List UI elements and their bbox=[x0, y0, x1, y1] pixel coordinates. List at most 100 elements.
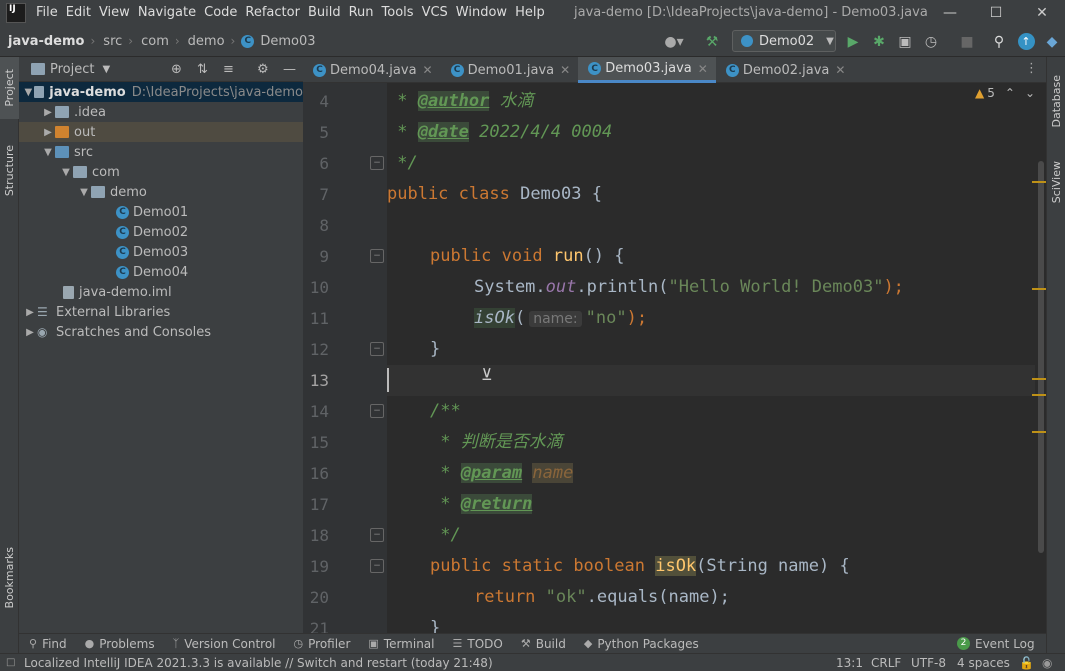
indent-setting[interactable]: 4 spaces bbox=[957, 654, 1010, 671]
line-number: 8 bbox=[319, 216, 329, 235]
bookmarks-tool-tab[interactable]: Bookmarks bbox=[0, 537, 19, 619]
project-panel-title[interactable]: Project bbox=[50, 62, 94, 77]
coverage-icon[interactable]: ▣ bbox=[894, 26, 916, 57]
breadcrumb-src[interactable]: src bbox=[95, 34, 122, 49]
chevron-down-icon[interactable]: ▼ bbox=[102, 64, 110, 75]
status-panel-icon[interactable]: □ bbox=[6, 654, 15, 671]
tree-item-src[interactable]: ▼ src bbox=[19, 142, 303, 162]
menu-view[interactable]: View bbox=[95, 0, 134, 26]
menu-run[interactable]: Run bbox=[345, 0, 378, 26]
locate-file-icon[interactable]: ⊕ bbox=[171, 62, 182, 77]
menu-edit[interactable]: Edit bbox=[62, 0, 95, 26]
tree-item-java-demo[interactable]: ▼ java-demo D:\IdeaProjects\java-demo bbox=[19, 82, 303, 102]
chevron-down-icon[interactable]: ⌄ bbox=[1025, 86, 1035, 100]
error-stripe-mark[interactable] bbox=[1032, 181, 1046, 183]
debug-icon[interactable]: ✱ bbox=[868, 26, 890, 57]
menu-build[interactable]: Build bbox=[304, 0, 345, 26]
event-log-tool-button[interactable]: 2 Event Log bbox=[957, 637, 1035, 651]
database-tool-tab[interactable]: Database bbox=[1047, 67, 1065, 135]
scrollbar-thumb[interactable] bbox=[1038, 161, 1044, 553]
collapse-all-icon[interactable]: ≡ bbox=[223, 62, 234, 77]
lock-icon[interactable]: 🔓 bbox=[1019, 654, 1034, 671]
status-message[interactable]: Localized IntelliJ IDEA 2021.3.3 is avai… bbox=[24, 654, 493, 671]
tab-demo03[interactable]: C Demo03.java ✕ bbox=[578, 57, 716, 83]
build-hammer-icon[interactable]: ⚒ bbox=[700, 26, 724, 57]
menu-refactor[interactable]: Refactor bbox=[241, 0, 304, 26]
tree-item-demo03[interactable]: C Demo03 bbox=[19, 242, 303, 262]
sciview-tool-tab[interactable]: SciView bbox=[1047, 152, 1065, 212]
profile-icon[interactable]: ◷ bbox=[918, 26, 944, 57]
fold-marker-icon[interactable]: − bbox=[370, 404, 384, 418]
tab-demo02[interactable]: C Demo02.java ✕ bbox=[716, 57, 854, 83]
run-configuration-select[interactable]: Demo02 ▼ bbox=[732, 30, 836, 52]
expand-all-icon[interactable]: ⇅ bbox=[197, 62, 208, 77]
find-tool-button[interactable]: ⚲ Find bbox=[29, 637, 67, 651]
close-icon[interactable]: ✕ bbox=[423, 63, 433, 77]
update-icon[interactable]: ↑ bbox=[1015, 26, 1037, 57]
error-stripe-mark[interactable] bbox=[1032, 431, 1046, 433]
menu-window[interactable]: Window bbox=[452, 0, 511, 26]
tree-item-demo01[interactable]: C Demo01 bbox=[19, 202, 303, 222]
search-icon[interactable]: ⚲ bbox=[988, 26, 1010, 57]
project-tool-tab[interactable]: Project bbox=[0, 57, 19, 119]
user-icon[interactable]: ●▾ bbox=[660, 26, 688, 57]
minimize-button[interactable]: — bbox=[927, 0, 973, 26]
breadcrumb-demo03[interactable]: Demo03 bbox=[258, 34, 315, 49]
hide-panel-icon[interactable]: — bbox=[283, 62, 296, 77]
menu-code[interactable]: Code bbox=[200, 0, 241, 26]
tree-item-external-libraries[interactable]: ▶ ☰ External Libraries bbox=[19, 302, 303, 322]
error-stripe-mark[interactable] bbox=[1032, 394, 1046, 396]
run-icon[interactable]: ▶ bbox=[842, 26, 864, 57]
chevron-down-icon: ▼ bbox=[62, 166, 70, 178]
close-icon[interactable]: ✕ bbox=[560, 63, 570, 77]
error-stripe-mark[interactable] bbox=[1032, 288, 1046, 290]
inspection-widget[interactable]: ▲ 5 ⌃ ⌄ bbox=[975, 86, 1035, 100]
fold-marker-icon[interactable]: − bbox=[370, 156, 384, 170]
editor-scrollbar[interactable] bbox=[1035, 83, 1046, 633]
gear-icon[interactable]: ⚙ bbox=[257, 62, 269, 77]
menu-help[interactable]: Help bbox=[511, 0, 549, 26]
terminal-tool-button[interactable]: ▣ Terminal bbox=[368, 637, 434, 651]
structure-tool-tab[interactable]: Structure bbox=[0, 132, 19, 210]
tree-item-scratches[interactable]: ▶ ◉ Scratches and Consoles bbox=[19, 322, 303, 342]
close-icon[interactable]: ✕ bbox=[698, 62, 708, 76]
file-encoding[interactable]: UTF-8 bbox=[911, 654, 946, 671]
menu-file[interactable]: File bbox=[32, 0, 62, 26]
fold-marker-icon[interactable]: − bbox=[370, 528, 384, 542]
tree-item-out[interactable]: ▶ out bbox=[19, 122, 303, 142]
version-control-tool-button[interactable]: ᛉ Version Control bbox=[173, 637, 276, 651]
memory-indicator-icon[interactable]: ◉ bbox=[1042, 654, 1052, 671]
menu-tools[interactable]: Tools bbox=[378, 0, 418, 26]
problems-tool-button[interactable]: ● Problems bbox=[85, 637, 155, 651]
stop-icon[interactable]: ■ bbox=[956, 26, 978, 57]
profiler-tool-button[interactable]: ◷ Profiler bbox=[294, 637, 351, 651]
todo-tool-button[interactable]: ☰ TODO bbox=[453, 637, 503, 651]
fold-marker-icon[interactable]: − bbox=[370, 342, 384, 356]
tree-item-demo[interactable]: ▼ demo bbox=[19, 182, 303, 202]
build-tool-button[interactable]: ⚒ Build bbox=[521, 637, 566, 651]
more-tabs-icon[interactable]: ⋮ bbox=[1025, 61, 1038, 76]
menu-navigate[interactable]: Navigate bbox=[134, 0, 200, 26]
tab-demo01[interactable]: C Demo01.java ✕ bbox=[441, 57, 579, 83]
line-separator[interactable]: CRLF bbox=[871, 654, 901, 671]
tree-item-demo02[interactable]: C Demo02 bbox=[19, 222, 303, 242]
tab-demo04[interactable]: C Demo04.java ✕ bbox=[303, 57, 441, 83]
breadcrumb-com[interactable]: com bbox=[133, 34, 169, 49]
caret-position[interactable]: 13:1 bbox=[836, 654, 863, 671]
close-window-button[interactable]: ✕ bbox=[1019, 0, 1065, 26]
fold-marker-icon[interactable]: − bbox=[370, 249, 384, 263]
tree-item-idea[interactable]: ▶ .idea bbox=[19, 102, 303, 122]
close-icon[interactable]: ✕ bbox=[835, 63, 845, 77]
breadcrumb-demo[interactable]: demo bbox=[180, 34, 225, 49]
tree-item-demo04[interactable]: C Demo04 bbox=[19, 262, 303, 282]
fold-marker-icon[interactable]: − bbox=[370, 559, 384, 573]
python-packages-tool-button[interactable]: ◆ Python Packages bbox=[584, 637, 699, 651]
tree-item-iml[interactable]: java-demo.iml bbox=[19, 282, 303, 302]
menu-vcs[interactable]: VCS bbox=[418, 0, 452, 26]
tree-item-com[interactable]: ▼ com bbox=[19, 162, 303, 182]
chevron-up-icon[interactable]: ⌃ bbox=[1005, 86, 1015, 100]
maximize-button[interactable]: ☐ bbox=[973, 0, 1019, 26]
error-stripe-mark[interactable] bbox=[1032, 378, 1046, 380]
plugin-icon[interactable]: ◆ bbox=[1041, 26, 1063, 57]
breadcrumb-project[interactable]: java-demo bbox=[0, 34, 84, 49]
